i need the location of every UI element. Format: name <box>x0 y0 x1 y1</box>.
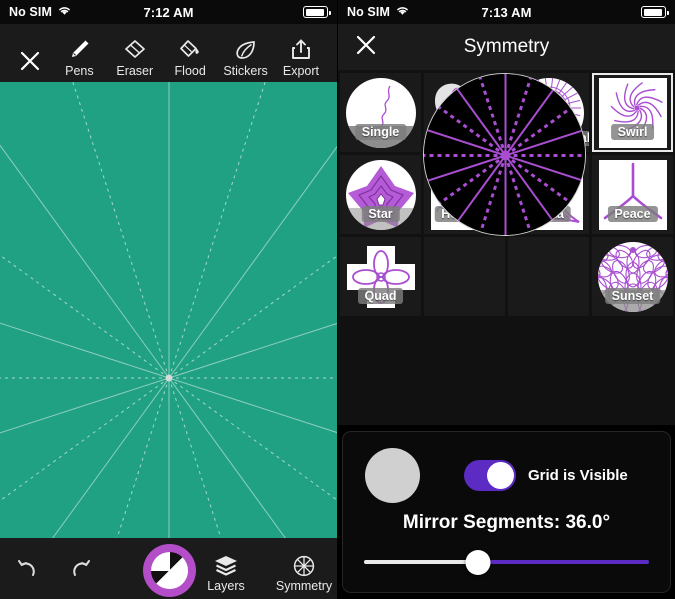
layers-button[interactable]: Layers <box>195 554 257 593</box>
symmetry-settings-panel: Grid is Visible Mirror Segments: 36.0° <box>342 431 671 593</box>
symmetry-icon <box>293 555 315 577</box>
tile-label: Single <box>354 124 407 140</box>
eraser-icon <box>122 37 148 63</box>
tool-label: Stickers <box>223 64 268 78</box>
swirl-art <box>592 73 673 152</box>
tile-sunset[interactable]: Sunset <box>592 237 673 316</box>
redo-icon <box>73 559 90 576</box>
symmetry-button[interactable]: Symmetry <box>273 554 335 593</box>
tool-export[interactable]: Export <box>275 37 327 78</box>
pen-icon <box>66 37 92 63</box>
mirror-segments-label: Mirror Segments: 36.0° <box>402 512 611 533</box>
peace-art <box>592 155 673 234</box>
dual-phone-screenshot: No SIM 7:12 AM Pens Eraser Flood Sticker… <box>0 0 675 599</box>
symmetry-header: Symmetry <box>338 24 675 70</box>
page-title: Symmetry <box>463 36 550 57</box>
slider-filled-track <box>364 560 478 564</box>
mandala-grid-preview[interactable] <box>423 73 586 236</box>
color-picker-button[interactable] <box>143 544 196 597</box>
tile-row-3: Quad Sunset <box>340 237 673 316</box>
undo-button[interactable] <box>0 555 54 583</box>
bottom-bar-actions: Layers Symmetry <box>195 554 335 593</box>
tool-label: Flood <box>174 64 206 78</box>
layers-icon <box>215 556 237 576</box>
left-phone-drawing-app: No SIM 7:12 AM Pens Eraser Flood Sticker… <box>0 0 338 599</box>
tile-quad[interactable]: Quad <box>340 237 421 316</box>
sunset-art <box>592 237 673 316</box>
status-time: 7:12 AM <box>143 4 194 20</box>
tile-label: Quad <box>357 288 404 304</box>
close-icon <box>18 48 42 74</box>
drawing-top-toolbar: Pens Eraser Flood Stickers Export <box>0 24 337 82</box>
tile-label: Sunset <box>604 288 661 304</box>
quad-art <box>340 237 421 316</box>
star-art <box>340 155 421 234</box>
symmetry-tile-grid: Single Reflection <box>338 70 675 425</box>
tool-eraser[interactable]: Eraser <box>109 37 161 78</box>
toggle-knob <box>487 461 514 489</box>
undo-icon <box>18 559 35 576</box>
status-time: 7:13 AM <box>481 4 532 20</box>
tile-star[interactable]: Star <box>340 155 421 234</box>
mirror-segments-slider[interactable] <box>364 550 649 575</box>
tile-peace[interactable]: Peace <box>592 155 673 234</box>
battery-icon <box>303 6 331 18</box>
tile-placeholder-b <box>508 237 589 316</box>
tool-pens[interactable]: Pens <box>53 37 105 78</box>
drawing-bottom-bar: Layers Symmetry <box>0 538 337 599</box>
bottom-item-label: Symmetry <box>275 579 333 593</box>
single-art <box>340 73 421 152</box>
grid-visible-label: Grid is Visible <box>528 466 628 484</box>
symmetry-guides <box>0 82 337 538</box>
paint-bucket-icon <box>177 37 203 63</box>
leaf-icon <box>233 37 259 63</box>
drawing-canvas[interactable] <box>0 82 337 538</box>
left-status-bar: No SIM 7:12 AM <box>0 0 337 24</box>
share-icon <box>288 37 314 63</box>
tile-label: Swirl <box>610 124 655 140</box>
tile-swirl[interactable]: Swirl <box>592 73 673 152</box>
tool-label: Export <box>282 64 320 78</box>
right-status-bar: No SIM 7:13 AM <box>338 0 675 24</box>
tool-flood[interactable]: Flood <box>164 37 216 78</box>
tile-label: Star <box>361 206 400 222</box>
tool-stickers[interactable]: Stickers <box>220 37 272 78</box>
panel-top-row: Grid is Visible <box>343 432 670 504</box>
redo-button[interactable] <box>54 555 108 583</box>
battery-icon <box>641 6 669 18</box>
grid-color-swatch[interactable] <box>365 447 420 503</box>
tile-label: Peace <box>607 206 658 222</box>
tile-single[interactable]: Single <box>340 73 421 152</box>
bottom-item-label: Layers <box>207 579 245 593</box>
color-orb-icon <box>151 552 188 589</box>
tool-label: Eraser <box>116 64 154 78</box>
right-phone-symmetry-picker: No SIM 7:13 AM Symmetry Single Swirl Sta… <box>338 0 675 599</box>
close-button[interactable] <box>10 48 50 78</box>
slider-thumb[interactable] <box>465 550 491 575</box>
grid-visible-toggle[interactable] <box>464 459 516 491</box>
tool-label: Pens <box>65 64 94 78</box>
tile-placeholder-a <box>424 237 505 316</box>
